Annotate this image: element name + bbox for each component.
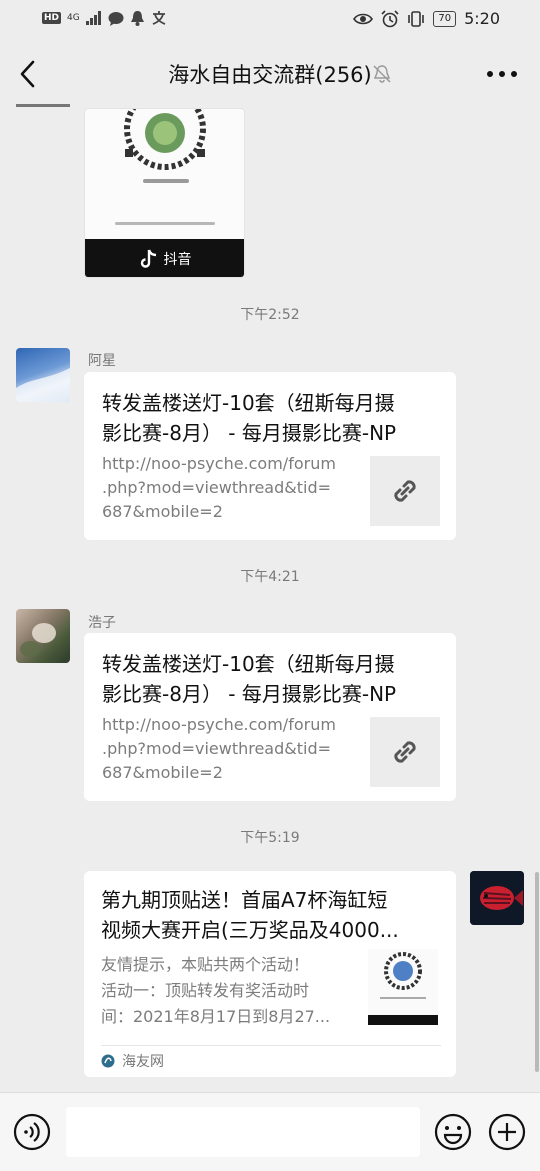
signal-icon [85, 11, 101, 25]
scrollbar[interactable] [535, 872, 539, 1072]
sender-avatar-partial[interactable] [16, 104, 70, 107]
image-message[interactable]: 抖音 [84, 108, 245, 278]
input-bar [0, 1092, 540, 1171]
douyin-banner: 抖音 [85, 239, 244, 277]
article-thumbnail [368, 949, 438, 1025]
battery-icon: 70 [433, 10, 457, 27]
link-url-line: 687&mobile=2 [102, 502, 223, 521]
more-options-icon[interactable] [484, 60, 520, 88]
link-title-line: 影比赛-8月） - 每月摄影比赛-NP [102, 682, 397, 706]
my-avatar[interactable] [470, 871, 524, 925]
link-thumbnail [370, 717, 440, 787]
link-url-line: 687&mobile=2 [102, 763, 223, 782]
article-qr-image [368, 952, 438, 1025]
more-functions-button[interactable] [488, 1113, 526, 1151]
link-card[interactable]: 转发盖楼送灯-10套（纽斯每月摄 影比赛-8月） - 每月摄影比赛-NP htt… [84, 633, 456, 801]
timestamp: 下午5:19 [240, 830, 300, 846]
source-name: 海友网 [122, 1054, 164, 1070]
hd-icon: HD [42, 12, 62, 24]
timestamp: 下午4:21 [240, 569, 300, 585]
link-icon [394, 741, 416, 763]
voice-input-button[interactable] [13, 1113, 51, 1151]
chat-bubble-icon [108, 11, 124, 26]
article-desc-line: 活动一：顶贴转发有奖活动时 [101, 981, 310, 1000]
douyin-logo-text: 抖音 [163, 252, 192, 268]
mute-bell-icon [373, 65, 391, 83]
divider [101, 1045, 441, 1046]
avatar-sky-image [16, 368, 70, 402]
link-title-line: 转发盖楼送灯-10套（纽斯每月摄 [102, 652, 395, 676]
link-thumbnail [370, 456, 440, 526]
article-title-line: 第九期顶贴送！首届A7杯海缸短 [101, 888, 388, 912]
chat-title: 海水自由交流群(256) [168, 63, 372, 87]
alarm-icon [381, 9, 399, 27]
source-logo-icon [101, 1054, 115, 1068]
notification-icon [130, 11, 144, 26]
status-time: 5:20 [464, 9, 500, 28]
vibrate-icon [408, 10, 425, 27]
avatar-photo-image [20, 623, 56, 657]
link-url-line: .php?mod=viewthread&tid= [102, 478, 332, 497]
avatar[interactable] [16, 609, 70, 663]
nav-bar: 海水自由交流群(256) [0, 40, 540, 108]
translate-icon [152, 11, 166, 25]
douyin-logo-icon [140, 249, 156, 268]
eye-icon [353, 13, 374, 24]
link-card[interactable]: 转发盖楼送灯-10套（纽斯每月摄 影比赛-8月） - 每月摄影比赛-NP htt… [84, 372, 456, 540]
hint-caption [115, 222, 215, 225]
avatar[interactable] [16, 348, 70, 402]
qr-code-image [124, 109, 206, 170]
link-title-line: 影比赛-8月） - 每月摄影比赛-NP [102, 421, 397, 445]
status-bar: HD 4G 70 5:20 [0, 0, 540, 40]
link-url-line: http://noo-psyche.com/forum [102, 715, 336, 734]
link-url-line: .php?mod=viewthread&tid= [102, 739, 332, 758]
article-desc-line: 友情提示，本贴共两个活动！ [101, 955, 310, 974]
message-input[interactable] [66, 1107, 420, 1157]
link-title-line: 转发盖楼送灯-10套（纽斯每月摄 [102, 391, 395, 415]
profile-caption [143, 179, 189, 183]
article-title-line: 视频大赛开启(三万奖品及4000... [101, 918, 399, 942]
network-type: 4G [67, 13, 80, 23]
article-card[interactable]: 第九期顶贴送！首届A7杯海缸短 视频大赛开启(三万奖品及4000... 友情提示… [84, 871, 456, 1077]
link-url-line: http://noo-psyche.com/forum [102, 454, 336, 473]
sender-name: 浩子 [88, 615, 116, 631]
emoji-button[interactable] [434, 1113, 472, 1151]
timestamp: 下午2:52 [240, 307, 300, 323]
fish-avatar-image [470, 871, 524, 925]
sender-name: 阿星 [88, 353, 116, 369]
article-desc-line: 间：2021年8月17日到8月27... [101, 1007, 331, 1026]
link-icon [394, 480, 416, 502]
